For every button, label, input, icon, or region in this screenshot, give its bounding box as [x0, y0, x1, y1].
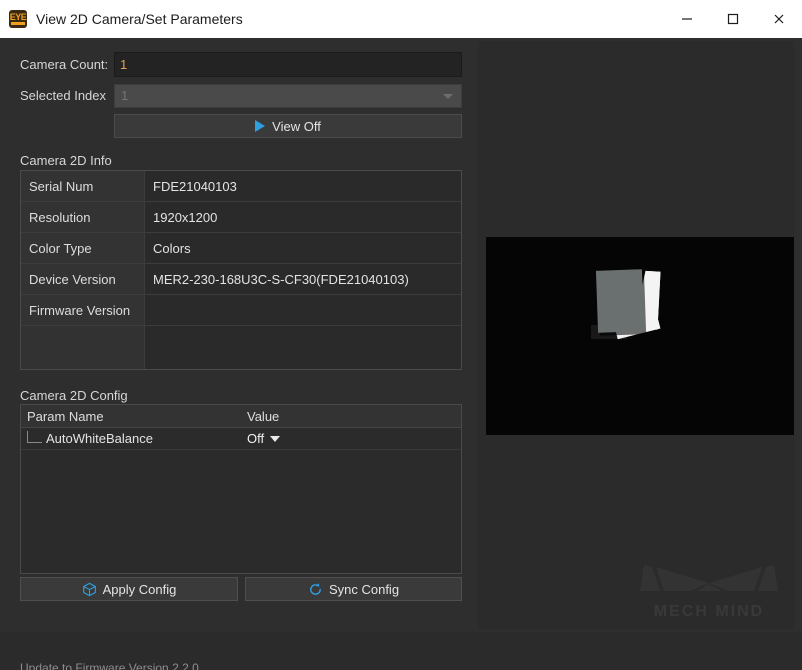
refresh-icon [308, 582, 323, 597]
selected-index-label: Selected Index [20, 88, 107, 103]
table-row: Firmware Version [21, 295, 461, 326]
info-key: Serial Num [21, 171, 145, 201]
close-icon [774, 14, 784, 24]
cube-icon [82, 582, 97, 597]
config-value-dropdown[interactable]: Off [241, 428, 461, 449]
maximize-icon [727, 13, 739, 25]
tree-branch-icon [27, 430, 42, 443]
column-header-param-name: Param Name [27, 408, 104, 424]
camera-info-table: Serial Num FDE21040103 Resolution 1920x1… [20, 170, 462, 370]
gray-card [595, 269, 645, 333]
camera-count-input[interactable] [114, 52, 462, 77]
info-key: Resolution [21, 202, 145, 232]
sync-config-label: Sync Config [328, 581, 400, 597]
config-value-label: Off [247, 431, 265, 446]
selected-index-dropdown[interactable]: 1 [114, 83, 462, 108]
table-row: Serial Num FDE21040103 [21, 171, 461, 202]
table-row-empty [21, 326, 461, 369]
eye-app-icon: EYE [9, 10, 27, 28]
view-toggle-label: View Off [272, 118, 321, 134]
maximize-button[interactable] [710, 0, 756, 38]
sync-config-button[interactable]: Sync Config [245, 577, 462, 601]
camera-preview-frame[interactable]: MECH MIND [478, 41, 794, 629]
camera-config-section-title: Camera 2D Config [20, 388, 128, 403]
table-row: Color Type Colors [21, 233, 461, 264]
watermark-label: MECH MIND [653, 603, 765, 620]
preview-panel: MECH MIND [470, 38, 802, 632]
camera-info-section-title: Camera 2D Info [20, 153, 112, 168]
close-button[interactable] [756, 0, 802, 38]
mech-mind-watermark: MECH MIND [630, 557, 788, 623]
view-toggle-button[interactable]: View Off [114, 114, 462, 138]
status-bar-text: Update to Firmware Version 2.2.0 [20, 661, 199, 670]
table-row: Device Version MER2-230-168U3C-S-CF30(FD… [21, 264, 461, 295]
selected-index-row: Selected Index 1 [20, 83, 462, 108]
table-row: Resolution 1920x1200 [21, 202, 461, 233]
info-key: Firmware Version [21, 295, 145, 325]
info-key: Color Type [21, 233, 145, 263]
window-controls [664, 0, 802, 38]
camera-parameters-window: EYE View 2D Camera/Set Parameters Camera… [0, 0, 802, 670]
info-value [145, 326, 461, 369]
title-bar: EYE View 2D Camera/Set Parameters [0, 0, 802, 39]
selected-index-value: 1 [121, 88, 129, 103]
chevron-down-icon [443, 93, 453, 99]
app-icon-glyph: EYE [9, 12, 27, 22]
camera-config-table: Param Name Value AutoWhiteBalance Off [20, 404, 462, 574]
info-key: Device Version [21, 264, 145, 294]
config-table-header: Param Name Value [21, 405, 461, 428]
minimize-icon [682, 18, 692, 20]
info-value: MER2-230-168U3C-S-CF30(FDE21040103) [145, 264, 461, 294]
play-icon [255, 120, 266, 132]
chevron-down-icon [270, 435, 281, 442]
info-key [21, 326, 145, 369]
config-param-label: AutoWhiteBalance [46, 431, 153, 446]
camera-count-label: Camera Count: [20, 57, 109, 72]
info-value: Colors [145, 233, 461, 263]
info-value: 1920x1200 [145, 202, 461, 232]
window-title: View 2D Camera/Set Parameters [36, 11, 243, 27]
column-header-value: Value [247, 408, 280, 424]
table-row[interactable]: AutoWhiteBalance Off [21, 428, 461, 450]
camera-image-view[interactable] [486, 237, 794, 435]
app-icon-bar [11, 22, 25, 25]
parameters-panel: Camera Count: Selected Index 1 View Off … [0, 38, 470, 670]
apply-config-label: Apply Config [102, 581, 177, 597]
camera-count-row: Camera Count: [20, 52, 462, 77]
info-value [145, 295, 461, 325]
info-value: FDE21040103 [145, 171, 461, 201]
config-param-cell: AutoWhiteBalance [21, 428, 241, 449]
minimize-button[interactable] [664, 0, 710, 38]
apply-config-button[interactable]: Apply Config [20, 577, 238, 601]
